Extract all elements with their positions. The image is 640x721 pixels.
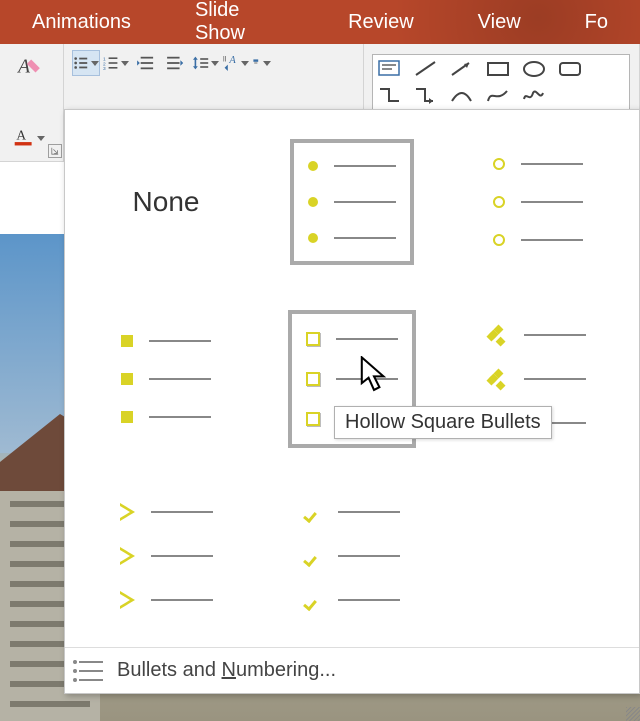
bullets-and-numbering-label: Bullets and Numbering...	[117, 659, 336, 682]
hollow-square-icon	[306, 332, 320, 346]
bullets-grid: None	[65, 110, 639, 647]
clear-formatting-button[interactable]: A	[12, 50, 46, 82]
bullet-none-label: None	[133, 186, 200, 218]
ribbon-tabs: Animations Slide Show Review View Fo	[0, 0, 640, 44]
arrow-bullet-icon	[120, 503, 135, 521]
tab-view[interactable]: View	[446, 0, 553, 44]
svg-text:ll: ll	[223, 54, 227, 63]
align-text-button[interactable]	[252, 50, 272, 76]
hollow-circle-icon	[493, 158, 505, 170]
numbering-button[interactable]: 1 2 3	[102, 50, 130, 76]
tooltip: Hollow Square Bullets	[334, 406, 552, 439]
bullet-option-checkmark[interactable]	[269, 472, 435, 639]
bullets-and-numbering-menuitem[interactable]: Bullets and Numbering...	[65, 647, 639, 693]
bullets-button[interactable]	[72, 50, 100, 76]
tab-slide-show[interactable]: Slide Show	[163, 0, 316, 44]
bullet-option-arrow[interactable]	[83, 472, 249, 639]
rounded-rect-shape-icon[interactable]	[557, 59, 583, 79]
bulleted-list-icon	[79, 661, 103, 681]
bullets-dropdown-panel: None	[64, 109, 640, 694]
bullet-option-hollow-round[interactable]	[455, 118, 621, 285]
decrease-indent-button[interactable]	[132, 50, 160, 76]
svg-text:A: A	[16, 128, 26, 143]
rectangle-shape-icon[interactable]	[485, 59, 511, 79]
elbow-arrow-connector-icon[interactable]	[413, 85, 439, 105]
freeform-icon[interactable]	[485, 85, 511, 105]
svg-text:A: A	[16, 57, 30, 78]
tab-format-partial[interactable]: Fo	[553, 0, 640, 44]
chevron-down-icon	[35, 128, 45, 146]
svg-text:3: 3	[103, 66, 106, 71]
bullet-option-filled-round[interactable]	[269, 118, 435, 285]
line-shape-icon[interactable]	[413, 59, 439, 79]
check-bullet-icon	[304, 503, 322, 521]
increase-indent-button[interactable]	[162, 50, 190, 76]
resize-grip-icon[interactable]	[626, 707, 640, 721]
font-color-button[interactable]: A	[12, 121, 46, 153]
star-diamond-icon	[490, 326, 508, 344]
font-group-launcher[interactable]	[48, 144, 62, 158]
svg-text:A: A	[228, 55, 236, 66]
bullet-option-filled-square[interactable]	[83, 295, 249, 462]
filled-circle-icon	[308, 161, 318, 171]
filled-square-icon	[121, 335, 133, 347]
tab-animations[interactable]: Animations	[0, 0, 163, 44]
scribble-icon[interactable]	[521, 85, 547, 105]
textbox-shape-icon[interactable]	[377, 59, 403, 79]
elbow-connector-icon[interactable]	[377, 85, 403, 105]
bullet-option-empty	[455, 472, 621, 639]
bullet-option-none[interactable]: None	[83, 118, 249, 285]
tab-review[interactable]: Review	[316, 0, 446, 44]
text-direction-button[interactable]: ll A	[222, 50, 250, 76]
arrow-line-shape-icon[interactable]	[449, 59, 475, 79]
ellipse-shape-icon[interactable]	[521, 59, 547, 79]
curve-connector-icon[interactable]	[449, 85, 475, 105]
line-spacing-button[interactable]	[192, 50, 220, 76]
